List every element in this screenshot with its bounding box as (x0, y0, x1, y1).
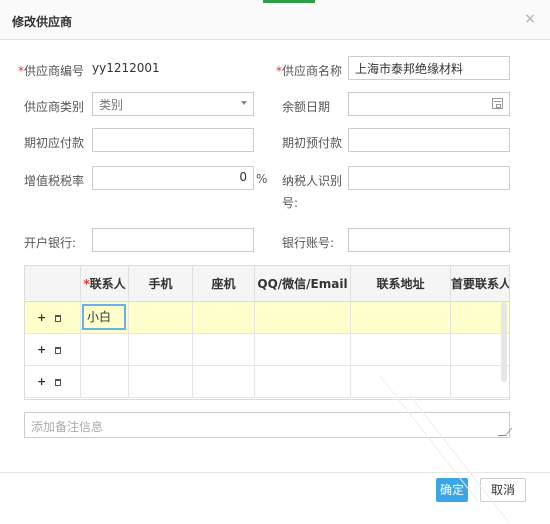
mobile-cell[interactable] (129, 366, 193, 398)
top-accent-bar (263, 0, 315, 3)
opening-payable-label: 期初应付款 (24, 136, 85, 150)
supplier-name-input[interactable]: 上海市泰邦绝缘材料 (348, 56, 510, 80)
dialog-title: 修改供应商 (12, 15, 73, 29)
phone-cell[interactable] (193, 334, 255, 366)
header-primary: 首要联系人 (451, 277, 510, 291)
supplier-code-label: *供应商编号 (18, 64, 85, 78)
calendar-icon[interactable] (492, 98, 503, 109)
im-cell[interactable] (255, 334, 351, 366)
phone-cell[interactable] (193, 366, 255, 398)
trash-icon[interactable] (55, 314, 62, 322)
row-ops: + (25, 334, 81, 366)
trash-icon[interactable] (55, 346, 62, 354)
close-icon[interactable]: × (524, 11, 536, 27)
header-contact: *联系人 (81, 266, 129, 302)
vat-rate-input[interactable]: 0 (92, 166, 254, 190)
chevron-down-icon (241, 101, 247, 105)
address-cell[interactable] (351, 302, 451, 334)
cancel-button[interactable]: 取消 (480, 478, 526, 502)
row-ops: + (25, 302, 81, 334)
im-cell[interactable] (255, 302, 351, 334)
header-ops (25, 266, 81, 302)
table-row[interactable]: + 小白 (25, 302, 509, 334)
dialog-title-bar: 修改供应商 × (0, 0, 550, 40)
bank-label: 开户银行: (24, 236, 77, 250)
contact-cell[interactable]: 小白 (81, 302, 129, 334)
trash-icon[interactable] (55, 378, 62, 386)
opening-prepaid-label: 期初预付款 (282, 136, 343, 150)
mobile-cell[interactable] (129, 302, 193, 334)
supplier-type-label: 供应商类别 (24, 100, 85, 114)
opening-prepaid-input[interactable] (348, 128, 510, 152)
supplier-type-selected: 类别 (99, 98, 124, 112)
contact-cell[interactable] (81, 334, 129, 366)
taxpayer-id-label-line1: 纳税人识别 (282, 174, 343, 188)
table-row[interactable]: + (25, 366, 509, 398)
supplier-edit-dialog: 修改供应商 × *供应商编号 yy1212001 *供应商名称 上海市泰邦绝缘材… (0, 0, 550, 524)
header-phone: 座机 (193, 266, 255, 302)
balance-date-label: 余额日期 (282, 100, 331, 114)
table-row[interactable]: + (25, 334, 509, 366)
supplier-name-label: *供应商名称 (276, 64, 343, 78)
supplier-code-value: yy1212001 (92, 61, 160, 75)
row-ops: + (25, 366, 81, 398)
taxpayer-id-input[interactable] (348, 166, 510, 190)
address-cell[interactable] (351, 334, 451, 366)
contact-input[interactable]: 小白 (82, 304, 126, 330)
add-row-icon[interactable]: + (37, 343, 46, 356)
bank-input[interactable] (92, 228, 254, 252)
add-row-icon[interactable]: + (37, 375, 46, 388)
footer-divider (0, 472, 550, 473)
contacts-table-header: *联系人 手机 座机 QQ/微信/Email 联系地址 首要联系人 (25, 266, 510, 302)
phone-cell[interactable] (193, 302, 255, 334)
header-im: QQ/微信/Email (255, 266, 351, 302)
remark-textarea[interactable]: 添加备注信息 (24, 412, 510, 438)
taxpayer-id-label-line2: 号: (282, 196, 299, 210)
contact-cell[interactable] (81, 366, 129, 398)
address-cell[interactable] (351, 366, 451, 398)
mobile-cell[interactable] (129, 334, 193, 366)
header-address: 联系地址 (351, 266, 451, 302)
header-mobile: 手机 (129, 266, 193, 302)
vat-rate-label: 增值税税率 (24, 174, 85, 188)
supplier-type-select[interactable]: 类别 (92, 92, 254, 116)
bank-account-label: 银行账号: (282, 236, 335, 250)
table-scrollbar[interactable] (501, 302, 507, 382)
vat-rate-unit: % (256, 172, 268, 186)
contacts-table: *联系人 手机 座机 QQ/微信/Email 联系地址 首要联系人 + 小白 + (24, 265, 510, 400)
bank-account-input[interactable] (348, 228, 510, 252)
add-row-icon[interactable]: + (37, 311, 46, 324)
im-cell[interactable] (255, 366, 351, 398)
opening-payable-input[interactable] (92, 128, 254, 152)
balance-date-input[interactable] (348, 92, 510, 116)
